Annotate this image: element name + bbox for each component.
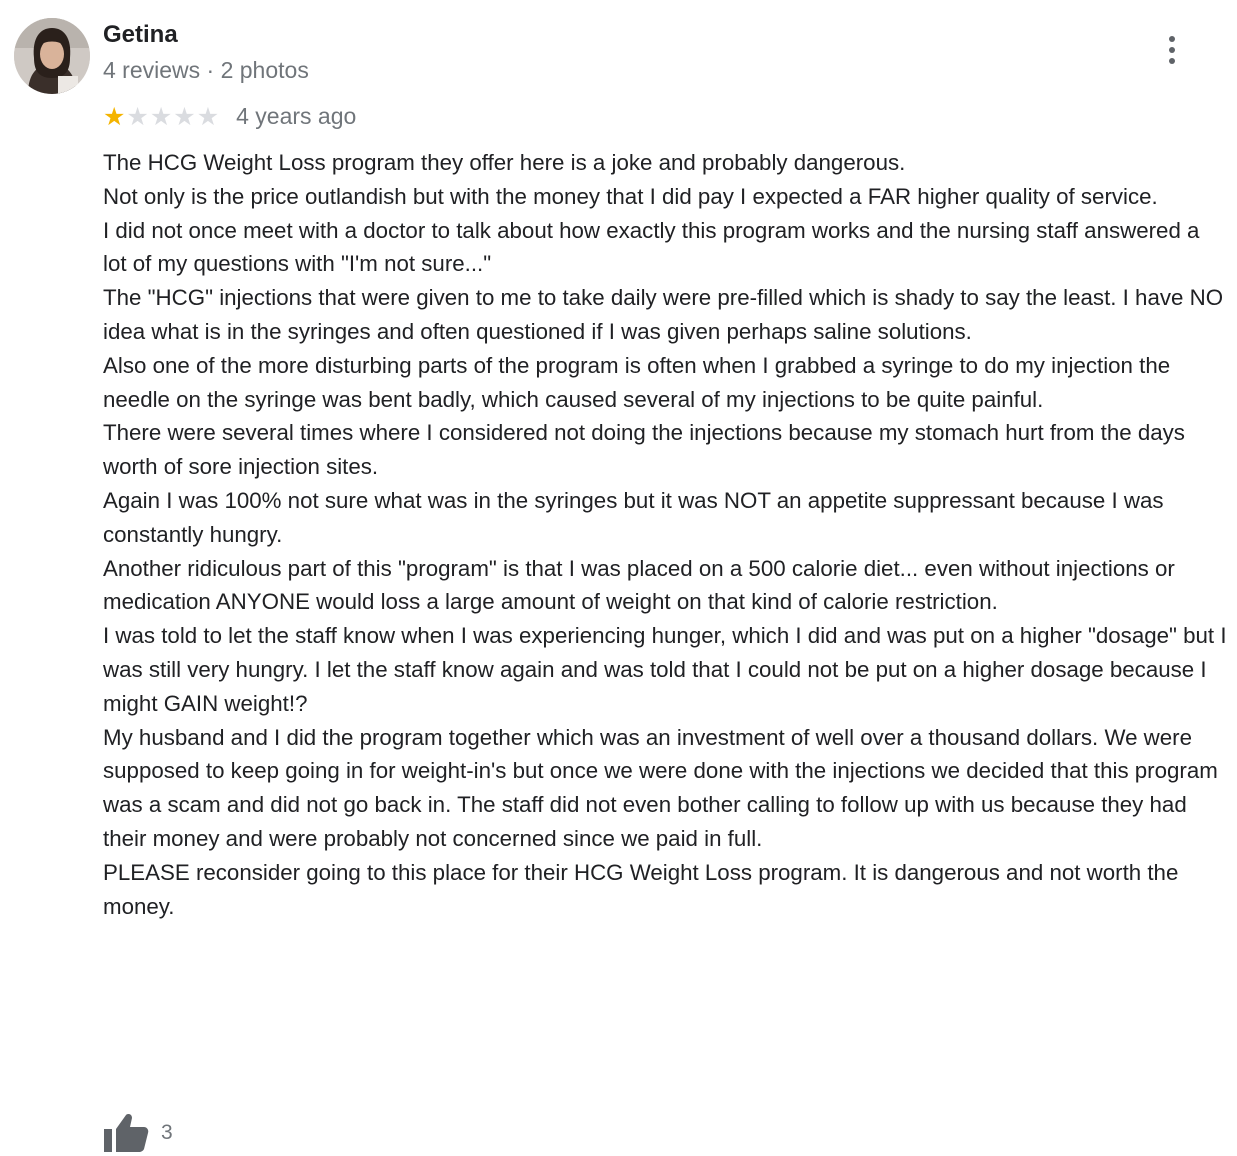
review-paragraph: Also one of the more disturbing parts of… <box>103 352 1171 412</box>
review-paragraph: I was told to let the staff know when I … <box>103 623 1227 716</box>
author-meta: 4 reviews · 2 photos <box>103 57 309 83</box>
more-vert-icon <box>1169 36 1175 42</box>
review-paragraph: I did not once meet with a doctor to tal… <box>103 217 1200 277</box>
review-paragraph: The HCG Weight Loss program they offer h… <box>103 150 906 175</box>
review-paragraph: The "HCG" injections that were given to … <box>103 285 1224 344</box>
avatar-photo-icon <box>14 18 90 94</box>
like-count: 3 <box>161 1121 173 1144</box>
review-paragraph: Not only is the price outlandish but wit… <box>103 183 1158 209</box>
empty-star-icon: ★ <box>126 101 149 131</box>
like-row: 3 <box>103 1112 173 1154</box>
star-rating: ★ ★ ★ ★ ★ <box>103 104 219 129</box>
empty-star-icon: ★ <box>196 101 220 131</box>
empty-star-icon: ★ <box>149 101 173 131</box>
more-options-button[interactable] <box>1156 30 1188 70</box>
review-text: The HCG Weight Loss program they offer h… <box>103 146 1228 923</box>
empty-star-icon: ★ <box>173 101 196 131</box>
filled-star-icon: ★ <box>103 101 126 131</box>
rating-row: ★ ★ ★ ★ ★ 4 years ago <box>103 100 356 132</box>
author-name[interactable]: Getina <box>103 20 178 50</box>
review-paragraph: Another ridiculous part of this "program… <box>103 555 1175 615</box>
author-avatar[interactable] <box>14 18 90 94</box>
review-date: 4 years ago <box>236 102 357 129</box>
more-vert-dot <box>1169 47 1175 53</box>
review-paragraph: Again I was 100% not sure what was in th… <box>103 487 1164 547</box>
thumbs-up-icon <box>104 1114 149 1152</box>
like-button[interactable]: 3 <box>103 1113 173 1153</box>
more-vert-dot <box>1169 58 1175 64</box>
review-paragraph: My husband and I did the program togethe… <box>103 724 1218 851</box>
review-paragraph: PLEASE reconsider going to this place fo… <box>103 859 1179 919</box>
review-paragraph: There were several times where I conside… <box>103 420 1185 480</box>
